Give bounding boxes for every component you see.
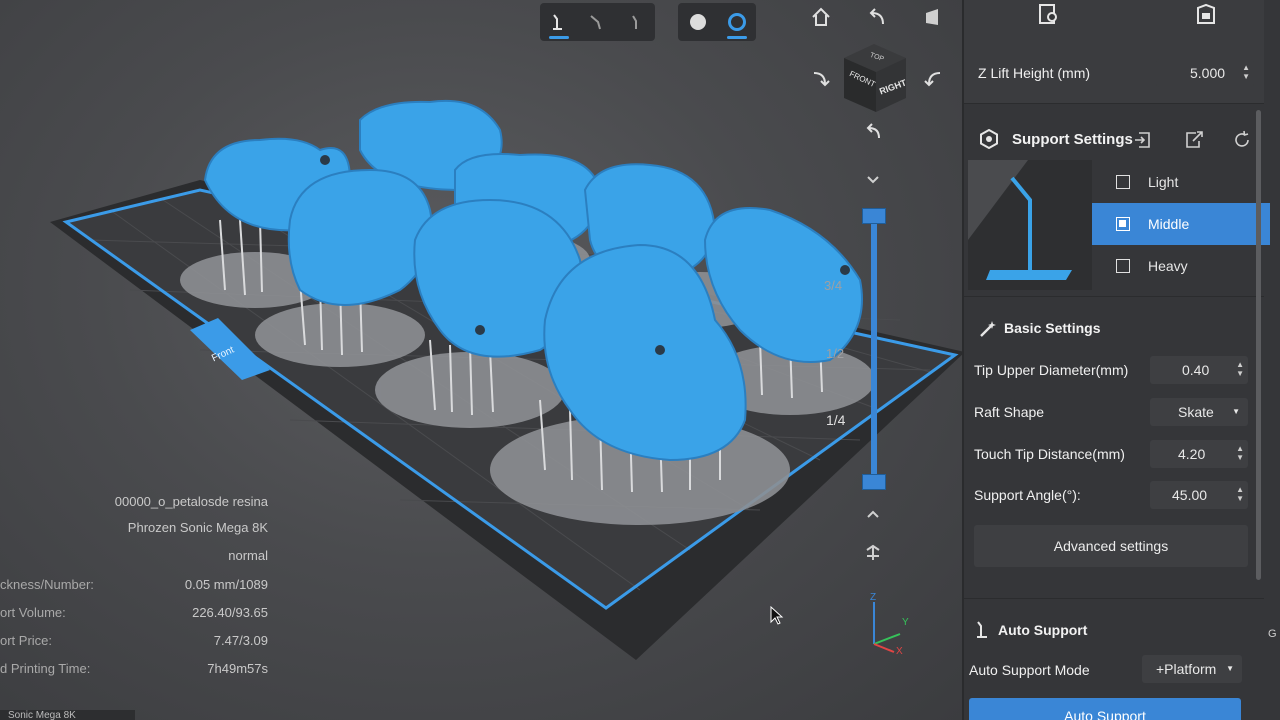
support-volume-value: 226.40/93.65 xyxy=(192,605,268,620)
view-mode-group xyxy=(678,3,756,41)
z-lift-label: Z Lift Height (mm) xyxy=(978,65,1091,81)
divider xyxy=(964,296,1264,297)
slider-mark-three-quarter: 3/4 xyxy=(824,278,843,293)
panel-header: Z Lift Height (mm) 5.000 ▲ ▼ xyxy=(964,0,1264,104)
reset-icon[interactable] xyxy=(1232,130,1252,155)
panel-scrollbar[interactable] xyxy=(1256,110,1261,580)
layer-thickness-label: ckness/Number: xyxy=(0,577,94,592)
raft-shape-label: Raft Shape xyxy=(974,404,1045,420)
perspective-icon[interactable] xyxy=(920,4,946,30)
support-edit-icon[interactable] xyxy=(544,7,574,39)
slider-top-handle[interactable] xyxy=(862,208,886,224)
preset-light-checkbox[interactable] xyxy=(1116,175,1130,189)
tip-upper-stepper[interactable]: ▲ ▼ xyxy=(1236,360,1244,378)
layer-slider[interactable] xyxy=(862,208,886,490)
z-axis-label: Z xyxy=(870,592,876,603)
touch-tip-field[interactable]: 4.20 ▲ ▼ xyxy=(1150,440,1248,468)
slider-mark-quarter: 1/4 xyxy=(826,412,846,428)
rotate-left-icon[interactable] xyxy=(864,4,890,30)
auto-support-mode-select[interactable]: +Platform ▼ xyxy=(1142,655,1242,683)
chevron-up-icon[interactable] xyxy=(860,502,886,528)
preset-heavy[interactable]: Heavy xyxy=(1092,245,1270,287)
support-remove-icon[interactable] xyxy=(621,7,651,37)
preset-light[interactable]: Light xyxy=(1092,161,1270,203)
z-lift-stepper[interactable]: ▲ ▼ xyxy=(1242,63,1250,81)
print-mode: normal xyxy=(228,548,268,563)
raft-shape-select[interactable]: Skate ▼ xyxy=(1150,398,1248,426)
solid-view-icon[interactable] xyxy=(683,7,713,37)
model-settings-icon[interactable] xyxy=(1036,2,1062,28)
support-price-value: 7.47/3.09 xyxy=(213,633,268,648)
basic-settings-title: Basic Settings xyxy=(1004,320,1101,336)
auto-support-button[interactable]: Auto Support xyxy=(969,698,1241,720)
chevron-down-icon: ▼ xyxy=(1232,407,1240,416)
file-name: 00000_o_petalosde resina xyxy=(114,494,268,509)
touch-tip-stepper[interactable]: ▲ ▼ xyxy=(1236,444,1244,462)
auto-support-title: Auto Support xyxy=(998,622,1088,638)
slider-mark-half: 1/2 xyxy=(826,346,845,361)
advanced-settings-button[interactable]: Advanced settings xyxy=(974,525,1248,567)
view-cube[interactable]: TOP FRONT RIGHT xyxy=(838,36,914,116)
printing-time-value: 7h49m57s xyxy=(207,661,268,676)
reset-rotation-icon[interactable] xyxy=(860,118,886,144)
rotate-ccw-icon[interactable] xyxy=(808,65,834,91)
z-lift-field[interactable]: 5.000 ▲ ▼ xyxy=(1156,59,1254,87)
support-settings-title: Support Settings xyxy=(1012,131,1133,148)
support-tip-icon xyxy=(974,620,992,645)
support-settings-icon xyxy=(980,128,998,154)
bottom-tab[interactable]: Sonic Mega 8K xyxy=(0,710,135,720)
support-volume-label: ort Volume: xyxy=(0,605,66,620)
support-angle-label: Support Angle(°): xyxy=(974,487,1081,503)
printer-name: Phrozen Sonic Mega 8K xyxy=(127,520,268,535)
preset-middle-checkbox[interactable] xyxy=(1116,217,1130,231)
y-axis-label: Y xyxy=(902,617,909,628)
touch-tip-label: Touch Tip Distance(mm) xyxy=(974,446,1125,462)
chevron-down-icon[interactable] xyxy=(860,166,886,192)
support-price-label: ort Price: xyxy=(0,633,53,648)
layer-slider-track xyxy=(871,208,877,490)
slider-bottom-handle[interactable] xyxy=(862,474,886,490)
layer-thickness-value: 0.05 mm/1089 xyxy=(184,577,268,592)
settings-panel: Z Lift Height (mm) 5.000 ▲ ▼ Support Sett… xyxy=(962,0,1280,720)
auto-support-mode-label: Auto Support Mode xyxy=(969,662,1090,678)
xray-view-icon[interactable] xyxy=(722,7,752,39)
tip-upper-label: Tip Upper Diameter(mm) xyxy=(974,362,1129,378)
support-angle-stepper[interactable]: ▲ ▼ xyxy=(1236,485,1244,503)
preset-middle[interactable]: Middle xyxy=(1092,203,1270,245)
tip-upper-field[interactable]: 0.40 ▲ ▼ xyxy=(1150,356,1248,384)
export-icon[interactable] xyxy=(1184,130,1204,155)
home-icon[interactable] xyxy=(808,4,834,30)
preset-heavy-checkbox[interactable] xyxy=(1116,259,1130,273)
magic-wand-icon xyxy=(978,319,998,344)
layer-jump-icon[interactable] xyxy=(860,540,886,566)
3d-viewport[interactable]: Front TOP FRONT RIGHT 3/4 1/2 1/4 Z Y X … xyxy=(0,0,962,720)
mouse-cursor-icon xyxy=(770,606,784,625)
chevron-down-icon: ▼ xyxy=(1226,664,1234,673)
support-tool-group xyxy=(540,3,655,41)
x-axis-label: X xyxy=(896,646,903,657)
printer-icon[interactable] xyxy=(1194,2,1220,28)
support-preview xyxy=(968,160,1092,290)
divider xyxy=(964,598,1264,599)
support-angle-field[interactable]: 45.00 ▲ ▼ xyxy=(1150,481,1248,509)
rotate-cw-icon[interactable] xyxy=(920,65,946,91)
axes-gizmo: Z Y X xyxy=(870,592,909,657)
support-add-icon[interactable] xyxy=(582,7,612,37)
side-text: G xyxy=(1268,628,1277,640)
printing-time-label: d Printing Time: xyxy=(0,661,91,676)
import-icon[interactable] xyxy=(1134,130,1154,155)
